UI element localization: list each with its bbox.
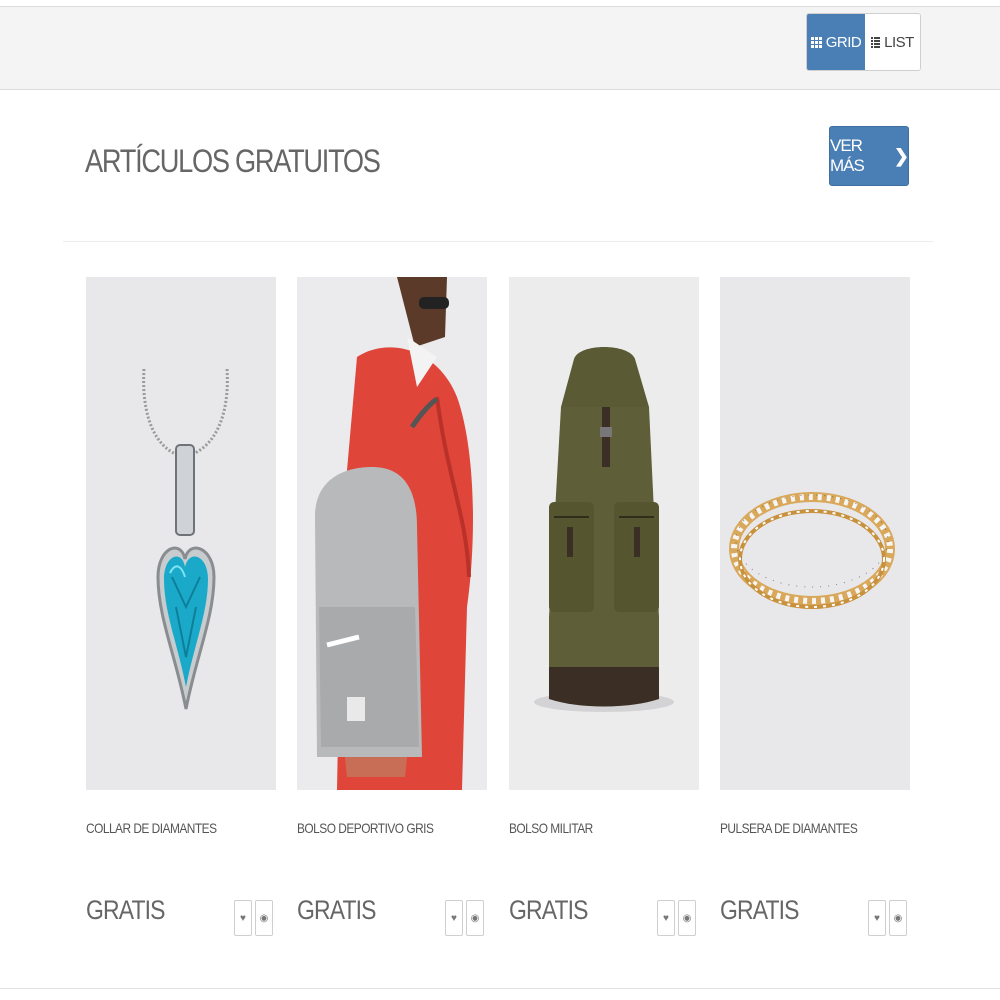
list-view-label: LIST [884,33,914,51]
see-more-button[interactable]: VER MÁS ❯ [829,126,909,186]
list-icon [871,36,881,48]
heart-icon[interactable]: ♥ [234,900,252,936]
heart-icon[interactable]: ♥ [868,900,886,936]
product-price: GRATIS [509,895,588,925]
eye-icon[interactable]: ◉ [678,900,696,936]
eye-icon[interactable]: ◉ [255,900,273,936]
product-card: BOLSO MILITAR GRATIS ♥ ◉ [509,277,699,936]
eye-icon[interactable]: ◉ [466,900,484,936]
product-price: GRATIS [297,895,376,925]
section-divider [63,241,933,242]
heart-icon[interactable]: ♥ [445,900,463,936]
product-name[interactable]: BOLSO DEPORTIVO GRIS [297,820,434,836]
heart-icon[interactable]: ♥ [657,900,675,936]
view-toggle: GRID LIST [806,13,921,71]
product-card: PULSERA DE DIAMANTES GRATIS ♥ ◉ [720,277,910,936]
see-more-label: VER MÁS [830,136,865,175]
eye-icon[interactable]: ◉ [889,900,907,936]
product-image-military-bag[interactable] [509,277,699,790]
product-price: GRATIS [720,895,799,925]
products-panel: ARTÍCULOS GRATUITOS VER MÁS ❯ COLLAR DE … [0,91,1000,989]
product-image-gray-backpack[interactable] [297,277,487,790]
list-view-button[interactable]: LIST [865,14,920,70]
product-name[interactable]: BOLSO MILITAR [509,820,593,836]
product-image-diamond-bracelet[interactable] [720,277,910,790]
grid-view-button[interactable]: GRID [807,14,865,70]
section-title: ARTÍCULOS GRATUITOS [85,143,381,179]
product-name[interactable]: PULSERA DE DIAMANTES [720,820,858,836]
view-toolbar: GRID LIST [0,6,1000,90]
product-card: BOLSO DEPORTIVO GRIS GRATIS ♥ ◉ [297,277,487,936]
product-card: COLLAR DE DIAMANTES GRATIS ♥ ◉ [86,277,276,936]
product-image-diamond-necklace[interactable] [86,277,276,790]
grid-icon [810,36,822,48]
product-price: GRATIS [86,895,165,925]
grid-view-label: GRID [825,33,862,51]
chevron-right-icon: ❯ [893,145,909,166]
product-name[interactable]: COLLAR DE DIAMANTES [86,820,217,836]
